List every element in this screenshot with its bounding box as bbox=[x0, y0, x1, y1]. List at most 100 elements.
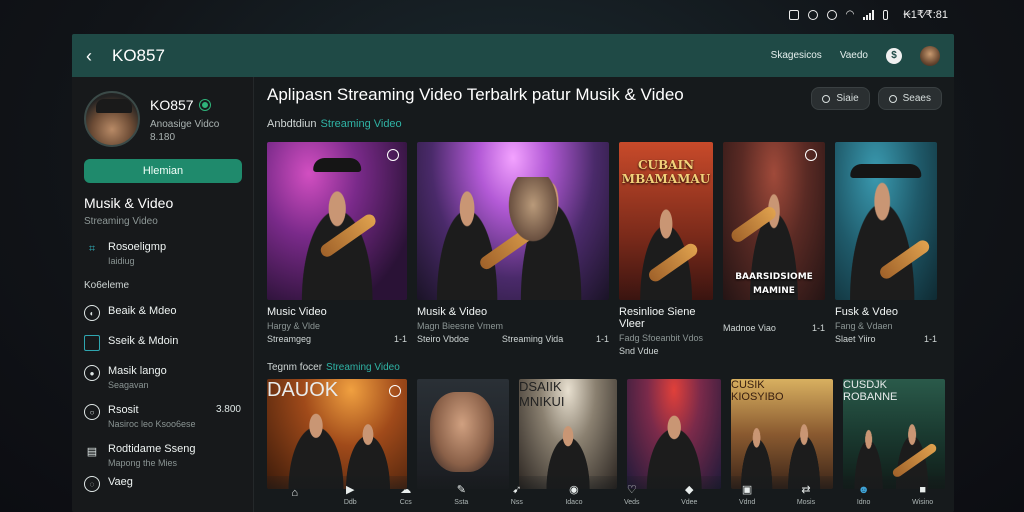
breadcrumb-link[interactable]: Streaming Video bbox=[321, 118, 402, 130]
top-link-1[interactable]: Skagesicos bbox=[771, 50, 822, 61]
pill-label: Seaes bbox=[902, 93, 931, 104]
video-card[interactable]: BAARSIDSIOME MAMINE Madnoe Viao 1-1 bbox=[723, 142, 825, 356]
top-link-2[interactable]: Vaedo bbox=[840, 50, 868, 61]
video-subtitle: Fang & Vdaen bbox=[835, 321, 893, 331]
video-thumbnail[interactable]: CUBAIN MBAMAMAU bbox=[619, 142, 713, 300]
video-count: 1-1 bbox=[393, 334, 407, 344]
video-meta: Steiro Vbdoe bbox=[417, 334, 470, 344]
nav-label: Ccs bbox=[399, 498, 412, 506]
video-thumbnail[interactable] bbox=[267, 142, 407, 300]
video-subtitle: Hargy & Vlde bbox=[267, 321, 321, 331]
video-title: Resinlioe Siene Vleer bbox=[619, 306, 696, 330]
nav-person[interactable]: ☻ Idno bbox=[857, 483, 871, 506]
nav-label: Ssta bbox=[454, 498, 469, 506]
search-icon bbox=[888, 94, 897, 103]
nav-label: Wisino bbox=[912, 498, 934, 506]
wifi-icon: ◠ bbox=[845, 9, 855, 20]
sidebar-item-1[interactable]: ◐ Beaik & Mdeo bbox=[84, 305, 241, 321]
video-subtitle: Magn Bieesne Vmem bbox=[417, 321, 504, 331]
nav-edit[interactable]: ✎ Ssta bbox=[454, 483, 468, 506]
nav-label: Veds bbox=[623, 498, 640, 506]
sidebar-item-label: Rodtidame Sseng bbox=[108, 443, 196, 455]
edit-icon: ✎ bbox=[456, 484, 466, 496]
nav-fire[interactable]: ➹ Nss bbox=[510, 483, 524, 506]
favorite-icon[interactable] bbox=[389, 385, 401, 397]
video-meta: Slaet Yiiro bbox=[835, 334, 876, 344]
section-link[interactable]: Streaming Video bbox=[326, 362, 400, 373]
signal-icon bbox=[863, 9, 875, 20]
video-icon: ◉ bbox=[569, 484, 579, 496]
sidebar-item-6[interactable]: ◌ Vaeg bbox=[84, 476, 241, 492]
video-thumbnail[interactable] bbox=[417, 379, 509, 489]
pill-label: Siaie bbox=[836, 93, 859, 104]
back-arrow-icon[interactable]: ‹ bbox=[86, 47, 102, 65]
video-count: 1-1 bbox=[811, 323, 825, 333]
filter-pill-2[interactable]: Seaes bbox=[877, 87, 942, 110]
nav-square[interactable]: ■ Wisino bbox=[912, 483, 933, 506]
video-card[interactable]: DAUOK bbox=[267, 379, 407, 489]
video-count: 1-1 bbox=[923, 334, 937, 344]
poster-text: DAUOK bbox=[267, 379, 339, 401]
sidebar-item-3[interactable]: ● Masik lango Seagavan bbox=[84, 365, 241, 390]
video-grid-row-1: Music Video Hargy & Vlde Streamgeg 1-1 Mu… bbox=[267, 142, 944, 356]
video-thumbnail[interactable] bbox=[627, 379, 721, 489]
sidebar-item-sub: Mapong the Mies bbox=[108, 458, 178, 468]
nav-video[interactable]: ◉ Idaco bbox=[565, 483, 582, 506]
bottom-nav: ⌂ ▶ Ddb ☁ Ccs ✎ Ssta ➹ Nss ◉ Idaco ♡ Veds ◆ Vde… bbox=[267, 476, 954, 512]
video-card[interactable] bbox=[417, 379, 509, 489]
video-thumbnail[interactable] bbox=[417, 142, 609, 300]
nav-label: Mosis bbox=[796, 498, 816, 506]
breadcrumb: Anbdtdiun Streaming Video bbox=[267, 118, 944, 130]
sidebar-item-label: Vaeg bbox=[108, 476, 133, 488]
nav-label: Idaco bbox=[565, 498, 583, 506]
user-avatar[interactable] bbox=[920, 45, 940, 66]
profile-avatar[interactable] bbox=[84, 91, 140, 147]
poster-text: CUSIK KIOSYIBO bbox=[731, 379, 784, 403]
video-card[interactable] bbox=[627, 379, 721, 489]
nav-swap[interactable]: ⇄ Mosis bbox=[797, 483, 815, 506]
favorite-icon[interactable] bbox=[387, 149, 399, 161]
breadcrumb-prefix: Anbdtdiun bbox=[267, 118, 317, 130]
video-thumbnail[interactable]: CUSIK KIOSYIBO bbox=[731, 379, 833, 489]
app-window: ‹ KO857 Skagesicos Vaedo $ KO857 Anoasig… bbox=[72, 34, 954, 512]
nav-home[interactable]: ⌂ bbox=[288, 486, 302, 502]
sidebar-item-5[interactable]: ▤ Rodtidame Sseng Mapong the Mies bbox=[84, 443, 241, 468]
nav-label: Ddb bbox=[343, 498, 357, 506]
coin-icon[interactable]: $ bbox=[886, 47, 902, 64]
video-thumbnail[interactable]: BAARSIDSIOME MAMINE bbox=[723, 142, 825, 300]
video-card[interactable]: Musik & Video Magn Bieesne Vmem Steiro V… bbox=[417, 142, 609, 356]
drop-icon: ◆ bbox=[685, 484, 694, 496]
sidebar-item-featured[interactable]: ⌗ Rosoeligmp Iaidiug bbox=[84, 241, 241, 266]
sidebar-item-4[interactable]: ○ Rsosit Nasiroc leo Ksoo6ese 3.800 bbox=[84, 404, 241, 429]
nav-cloud[interactable]: ☁ Ccs bbox=[399, 483, 413, 506]
sidebar-item-2[interactable]: Sseik & Mdoin bbox=[84, 335, 241, 351]
profile-count: 8.180 bbox=[150, 132, 176, 143]
sidebar-item-sub: Nasiroc leo Ksoo6ese bbox=[108, 419, 196, 429]
primary-button[interactable]: Hlemian bbox=[84, 159, 242, 183]
video-card[interactable]: CUSDJK ROBANNE bbox=[843, 379, 945, 489]
nav-heart[interactable]: ♡ Veds bbox=[624, 483, 640, 506]
video-card[interactable]: CUSIK KIOSYIBO bbox=[731, 379, 833, 489]
sidebar-item-label: Beaik & Mdeo bbox=[108, 305, 177, 317]
online-status-icon bbox=[199, 100, 210, 110]
user-circle-icon: ● bbox=[84, 365, 100, 381]
video-thumbnail[interactable] bbox=[835, 142, 937, 300]
video-thumbnail[interactable]: CUSDJK ROBANNE bbox=[843, 379, 945, 489]
video-card[interactable]: Music Video Hargy & Vlde Streamgeg 1-1 bbox=[267, 142, 407, 356]
location-icon bbox=[826, 9, 837, 20]
video-thumbnail[interactable]: DSAIIK MNIKUI bbox=[519, 379, 617, 489]
favorite-icon[interactable] bbox=[805, 149, 817, 161]
video-card[interactable]: DSAIIK MNIKUI bbox=[519, 379, 617, 489]
sidebar-section-title: Musik & Video bbox=[84, 195, 174, 211]
nav-play[interactable]: ▶ Ddb bbox=[343, 483, 357, 506]
video-card[interactable]: Fusk & Vdeo Fang & Vdaen Slaet Yiiro 1-1 bbox=[835, 142, 937, 356]
search-icon bbox=[822, 94, 831, 103]
nav-box[interactable]: ▣ Vdnd bbox=[739, 483, 755, 506]
filter-pill-1[interactable]: Siaie bbox=[811, 87, 870, 110]
nav-drop[interactable]: ◆ Vdee bbox=[681, 483, 697, 506]
disc-icon: ◐ bbox=[84, 305, 100, 321]
nav-label: Vdnd bbox=[738, 498, 756, 506]
sidebar-item-label: Masik lango bbox=[108, 365, 167, 377]
video-card[interactable]: CUBAIN MBAMAMAU Resinlioe Siene Vleer Fa… bbox=[619, 142, 713, 356]
video-thumbnail[interactable]: DAUOK bbox=[267, 379, 407, 489]
